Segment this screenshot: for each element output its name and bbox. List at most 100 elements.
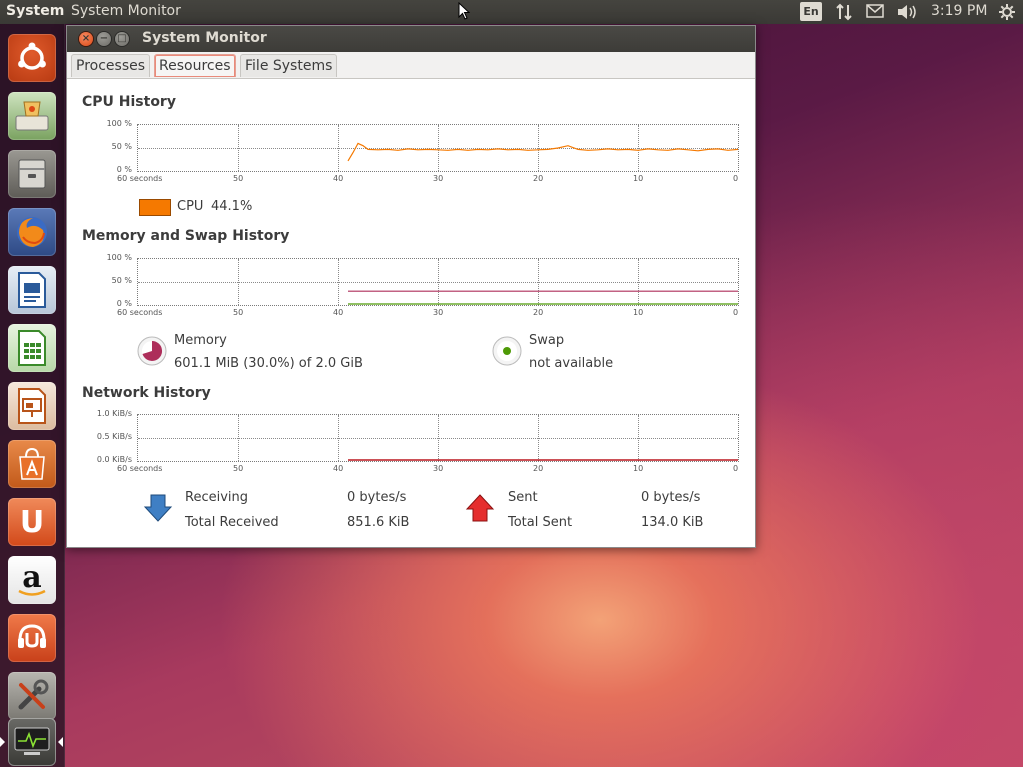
- x-tick-label: 20: [533, 464, 544, 473]
- files-icon[interactable]: [8, 150, 56, 198]
- focused-app-arrow-icon: [58, 737, 63, 747]
- libreoffice-impress-icon[interactable]: [8, 382, 56, 430]
- ubuntu-dash-icon[interactable]: [8, 34, 56, 82]
- minimize-button[interactable]: −: [97, 32, 111, 46]
- minimize-icon: −: [99, 33, 109, 44]
- memory-value: 601.1 MiB (30.0%) of 2.0 GiB: [174, 356, 363, 371]
- y-tick-label: 100 %: [106, 119, 132, 128]
- memory-pie-icon[interactable]: [136, 335, 168, 371]
- x-tick-label: 10: [633, 464, 644, 473]
- mouse-cursor-icon: [458, 1, 471, 24]
- x-tick-label: 0: [733, 464, 739, 473]
- plot-area: [347, 142, 738, 162]
- ubuntu-one-music-icon[interactable]: [8, 614, 56, 662]
- plot-area: [348, 459, 738, 461]
- maximize-button[interactable]: □: [115, 32, 129, 46]
- x-tick-label: 0: [733, 308, 739, 317]
- x-tick-label: 20: [533, 308, 544, 317]
- system-installer-icon[interactable]: [8, 92, 56, 140]
- sent-value: 0 bytes/s: [641, 490, 701, 505]
- x-tick-label: 50: [233, 308, 244, 317]
- cpu-color-swatch[interactable]: [139, 199, 171, 216]
- x-tick-label: 60 seconds: [117, 464, 163, 473]
- swap-pie-icon[interactable]: [491, 335, 523, 371]
- clock[interactable]: 3:19 PM: [931, 3, 987, 19]
- ubuntu-one-icon[interactable]: U: [8, 498, 56, 546]
- keyboard-layout-indicator[interactable]: En: [800, 2, 822, 21]
- x-tick-label: 20: [533, 174, 544, 183]
- x-tick-label: 30: [433, 308, 444, 317]
- app-menu-title[interactable]: System Monitor: [71, 3, 181, 19]
- active-app-arrow-icon: [0, 737, 5, 747]
- volume-icon[interactable]: [896, 3, 918, 25]
- memory-graph: [137, 258, 739, 306]
- sent-arrow-icon[interactable]: [465, 493, 495, 527]
- window-titlebar[interactable]: × − □ System Monitor: [67, 26, 755, 52]
- y-tick-label: 0 %: [116, 299, 132, 308]
- cpu-legend-label: CPU: [177, 199, 204, 214]
- total-received-value: 851.6 KiB: [347, 515, 410, 530]
- x-tick-label: 30: [433, 174, 444, 183]
- x-tick-label: 60 seconds: [117, 308, 163, 317]
- network-history-title: Network History: [82, 385, 211, 401]
- network-updown-icon[interactable]: [836, 3, 852, 25]
- swap-value: not available: [529, 356, 614, 371]
- resources-panel: CPU History 100 % 50 % 0 % 60 seconds 50 40 3…: [67, 79, 755, 547]
- cpu-history-title: CPU History: [82, 94, 176, 110]
- firefox-icon[interactable]: [8, 208, 56, 256]
- libreoffice-writer-icon[interactable]: [8, 266, 56, 314]
- cpu-graph: [137, 124, 739, 172]
- close-icon: ×: [81, 33, 91, 44]
- top-panel: System System Monitor En 3:19 PM: [0, 0, 1023, 24]
- x-tick-label: 40: [333, 174, 344, 183]
- system-menu[interactable]: System: [6, 3, 64, 19]
- amazon-icon[interactable]: a: [8, 556, 56, 604]
- ubuntu-software-center-icon[interactable]: [8, 440, 56, 488]
- x-tick-label: 50: [233, 464, 244, 473]
- tab-processes[interactable]: Processes: [71, 54, 151, 77]
- total-sent-label: Total Sent: [508, 515, 573, 530]
- y-tick-label: 100 %: [106, 253, 132, 262]
- system-monitor-window: × − □ System Monitor Processes Resources…: [66, 25, 756, 548]
- x-tick-label: 30: [433, 464, 444, 473]
- sent-label: Sent: [508, 490, 538, 505]
- network-graph: [137, 414, 739, 462]
- y-tick-label: 0 %: [116, 165, 132, 174]
- tab-resources[interactable]: Resources: [154, 54, 236, 77]
- tab-bar: Processes Resources File Systems: [67, 52, 755, 79]
- x-tick-label: 10: [633, 174, 644, 183]
- plot-area: [348, 290, 738, 305]
- cpu-usage-value: 44.1%: [211, 199, 253, 214]
- system-monitor-icon[interactable]: [8, 718, 56, 766]
- y-tick-label: 50 %: [111, 142, 132, 151]
- receiving-label: Receiving: [185, 490, 249, 505]
- power-gear-icon[interactable]: [998, 3, 1016, 25]
- mail-envelope-icon[interactable]: [866, 3, 884, 23]
- x-tick-label: 0: [733, 174, 739, 183]
- memory-label: Memory: [174, 333, 227, 348]
- series-line-cpu: [347, 142, 738, 162]
- total-received-label: Total Received: [185, 515, 279, 530]
- system-settings-icon[interactable]: [8, 672, 56, 720]
- swap-label: Swap: [529, 333, 565, 348]
- close-button[interactable]: ×: [79, 32, 93, 46]
- memory-history-title: Memory and Swap History: [82, 228, 290, 244]
- receiving-arrow-icon[interactable]: [143, 493, 173, 527]
- x-tick-label: 10: [633, 308, 644, 317]
- y-tick-label: 1.0 KiB/s: [96, 409, 132, 418]
- ubuntu-one-letter: U: [19, 504, 45, 540]
- libreoffice-calc-icon[interactable]: [8, 324, 56, 372]
- x-tick-label: 50: [233, 174, 244, 183]
- total-sent-value: 134.0 KiB: [641, 515, 704, 530]
- launcher: U a: [0, 24, 65, 767]
- receiving-value: 0 bytes/s: [347, 490, 407, 505]
- y-tick-label: 0.0 KiB/s: [96, 455, 132, 464]
- y-tick-label: 0.5 KiB/s: [96, 432, 132, 441]
- y-tick-label: 50 %: [111, 276, 132, 285]
- tab-file-systems[interactable]: File Systems: [240, 54, 338, 77]
- maximize-icon: □: [117, 33, 127, 44]
- window-title: System Monitor: [142, 30, 267, 46]
- x-tick-label: 40: [333, 464, 344, 473]
- x-tick-label: 40: [333, 308, 344, 317]
- x-tick-label: 60 seconds: [117, 174, 163, 183]
